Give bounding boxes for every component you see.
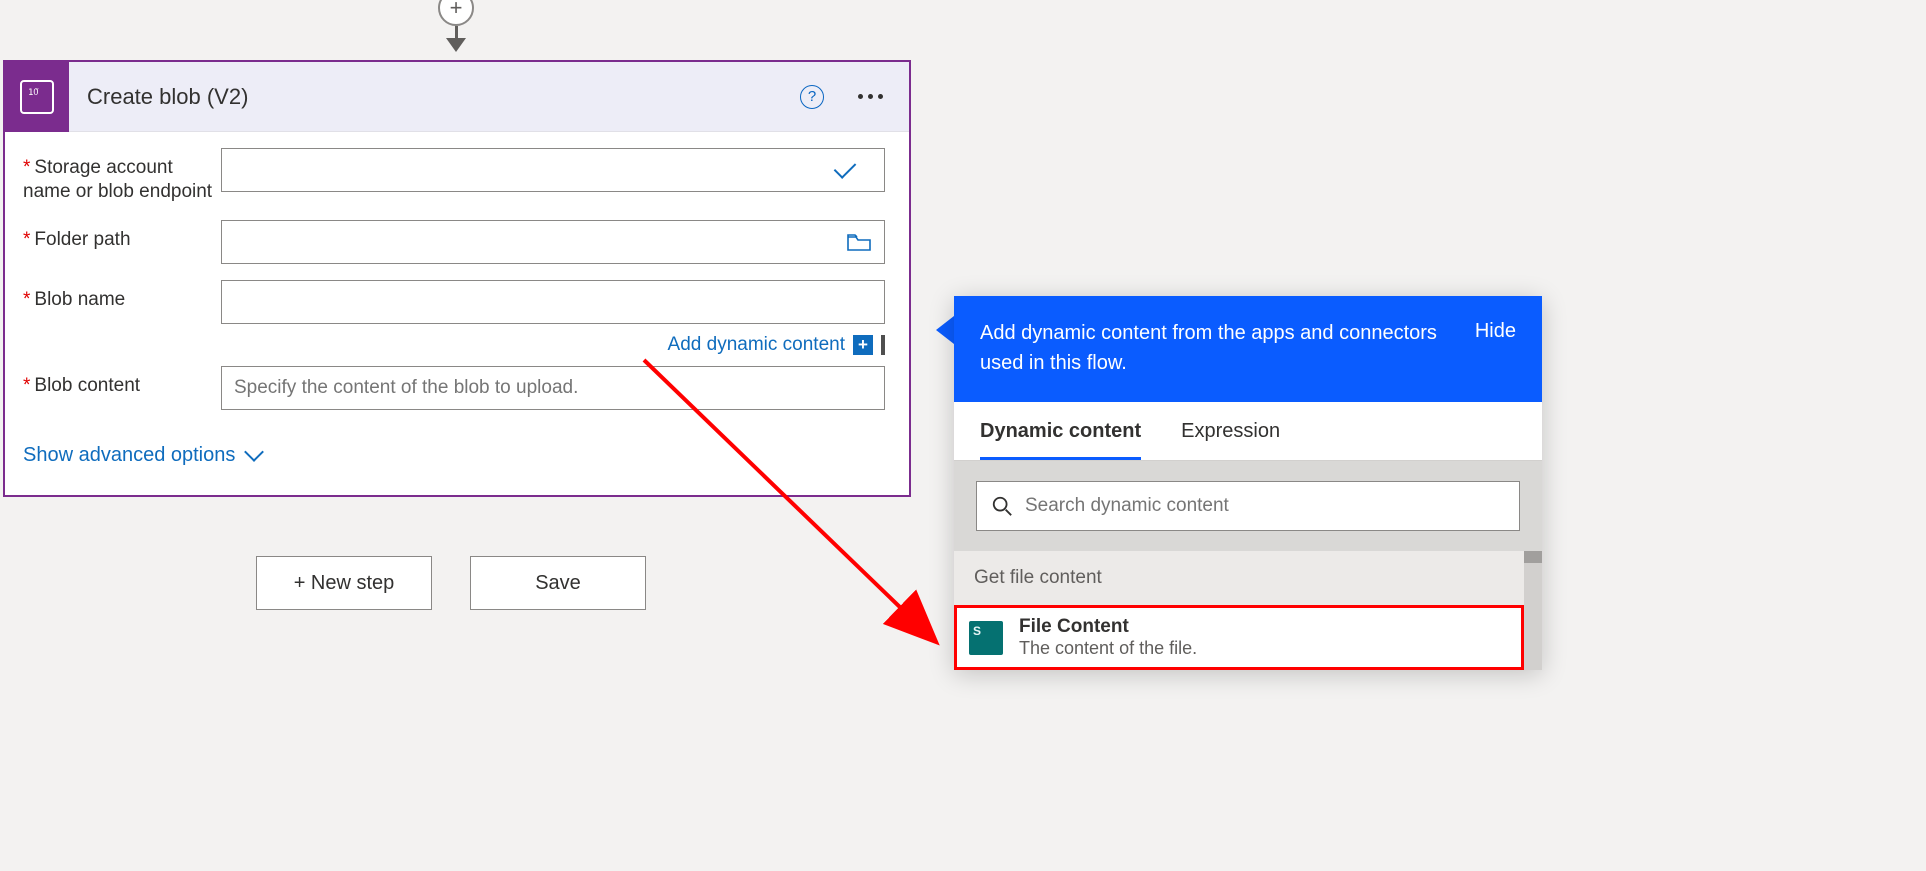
blobname-field (221, 280, 885, 324)
flyout-results: Get file content File Content The conten… (954, 551, 1542, 670)
footer-buttons: + New step Save (256, 556, 646, 610)
tab-expression[interactable]: Expression (1181, 420, 1280, 460)
save-button[interactable]: Save (470, 556, 646, 610)
action-card-header[interactable]: Create blob (V2) ? (5, 62, 909, 132)
add-dynamic-content-bar-icon (881, 335, 885, 355)
field-row-storage: *Storage account name or blob endpoint (23, 148, 885, 204)
chevron-down-icon (244, 442, 264, 462)
blobcontent-label-text: Blob content (34, 375, 140, 396)
blobcontent-field (221, 366, 885, 410)
folder-label: *Folder path (23, 220, 221, 252)
flyout-header-text: Add dynamic content from the apps and co… (980, 318, 1455, 378)
flyout-pointer-icon (936, 316, 954, 344)
storage-dropdown[interactable] (221, 148, 885, 192)
field-row-blobname: *Blob name (23, 280, 885, 324)
card-header-actions: ? (800, 85, 909, 109)
dynamic-content-item-file-content[interactable]: File Content The content of the file. (954, 605, 1524, 670)
flyout-item-text: File Content The content of the file. (1019, 616, 1197, 659)
help-icon[interactable]: ? (800, 85, 824, 109)
blob-content-input[interactable] (221, 366, 885, 410)
action-title: Create blob (V2) (69, 84, 800, 110)
blob-name-input[interactable] (221, 280, 885, 324)
flyout-search-area (954, 461, 1542, 551)
flyout-tabs: Dynamic content Expression (954, 402, 1542, 461)
blobcontent-label: *Blob content (23, 366, 221, 398)
field-row-folder: *Folder path (23, 220, 885, 264)
search-icon (991, 495, 1013, 517)
flyout-item-title: File Content (1019, 616, 1197, 638)
sharepoint-icon (969, 621, 1003, 655)
search-input[interactable] (1025, 495, 1505, 517)
dynamic-content-flyout: Add dynamic content from the apps and co… (954, 296, 1542, 670)
flyout-search-box[interactable] (976, 481, 1520, 531)
show-advanced-label: Show advanced options (23, 444, 235, 467)
show-advanced-options[interactable]: Show advanced options (23, 444, 885, 467)
blobname-label-text: Blob name (34, 289, 125, 310)
more-icon[interactable] (858, 94, 883, 99)
blob-connector-icon (5, 62, 69, 132)
insert-step-control: + (432, 0, 480, 52)
folder-field (221, 220, 885, 264)
flow-arrow-head (446, 38, 466, 52)
storage-field (221, 148, 885, 192)
scrollbar-thumb[interactable] (1524, 551, 1542, 563)
flyout-header: Add dynamic content from the apps and co… (954, 296, 1542, 402)
add-dynamic-content-link[interactable]: Add dynamic content (668, 334, 845, 356)
field-row-blobcontent: *Blob content (23, 366, 885, 410)
flyout-item-desc: The content of the file. (1019, 638, 1197, 659)
storage-label: *Storage account name or blob endpoint (23, 148, 221, 204)
blobname-label: *Blob name (23, 280, 221, 312)
action-card: Create blob (V2) ? *Storage account name… (3, 60, 911, 497)
add-step-button[interactable]: + (438, 0, 474, 26)
flyout-hide-link[interactable]: Hide (1475, 318, 1516, 343)
folder-label-text: Folder path (34, 229, 130, 250)
flyout-group-header: Get file content (954, 551, 1524, 605)
folder-path-input[interactable] (221, 220, 885, 264)
new-step-button[interactable]: + New step (256, 556, 432, 610)
storage-label-text: Storage account name or blob endpoint (23, 157, 212, 202)
action-card-body: *Storage account name or blob endpoint *… (5, 132, 909, 495)
tab-dynamic-content[interactable]: Dynamic content (980, 420, 1141, 460)
add-dynamic-content-plus-icon[interactable]: + (853, 335, 873, 355)
add-dynamic-content-row: Add dynamic content + (221, 334, 885, 356)
